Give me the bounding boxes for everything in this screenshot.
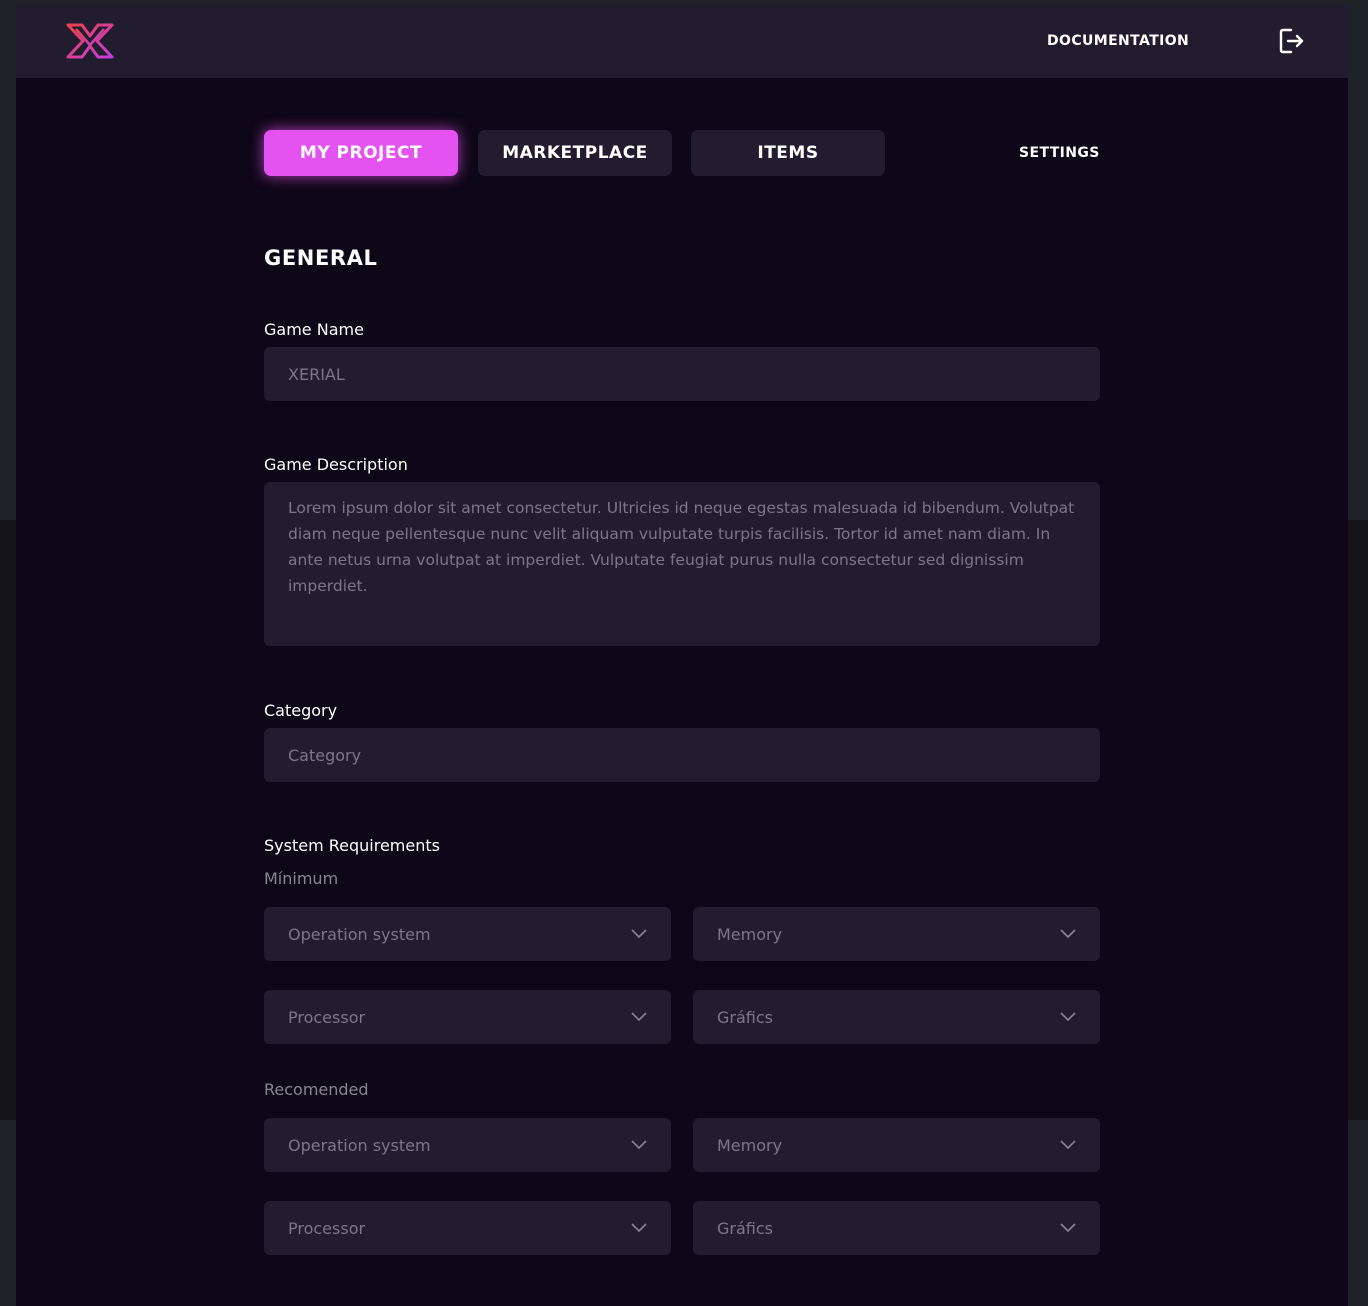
select-value: Memory (717, 1135, 783, 1155)
chevron-down-icon (631, 929, 647, 939)
select-value: Operation system (288, 924, 431, 944)
game-name-input[interactable]: XERIAL (264, 347, 1100, 401)
select-value: Memory (717, 924, 783, 944)
chevron-down-icon (1060, 1140, 1076, 1150)
game-description-label: Game Description (264, 455, 408, 474)
select-value: Gráfics (717, 1007, 773, 1027)
category-input[interactable]: Category (264, 728, 1100, 782)
chevron-down-icon (631, 1012, 647, 1022)
top-bar: DOCUMENTATION (16, 4, 1348, 78)
game-description-textarea[interactable]: Lorem ipsum dolor sit amet consectetur. … (264, 482, 1100, 646)
select-value: Processor (288, 1007, 366, 1027)
minimum-processor-select[interactable]: Processor (264, 990, 671, 1044)
logout-icon[interactable] (1278, 27, 1306, 55)
tab-marketplace[interactable]: MARKETPLACE (478, 130, 672, 176)
background-window-edge (1348, 520, 1368, 1120)
tab-items[interactable]: ITEMS (691, 130, 885, 176)
chevron-down-icon (1060, 1012, 1076, 1022)
recommended-memory-select[interactable]: Memory (693, 1118, 1100, 1172)
xerial-logo-icon[interactable] (66, 23, 114, 59)
settings-link[interactable]: SETTINGS (1019, 145, 1100, 161)
game-name-label: Game Name (264, 320, 364, 339)
chevron-down-icon (1060, 929, 1076, 939)
recommended-label: Recomended (264, 1080, 369, 1099)
documentation-link[interactable]: DOCUMENTATION (1047, 33, 1189, 49)
system-requirements-label: System Requirements (264, 836, 440, 855)
minimum-operation-system-select[interactable]: Operation system (264, 907, 671, 961)
category-label: Category (264, 701, 338, 720)
select-value: Operation system (288, 1135, 431, 1155)
minimum-graphics-select[interactable]: Gráfics (693, 990, 1100, 1044)
select-value: Gráfics (717, 1218, 773, 1238)
recommended-graphics-select[interactable]: Gráfics (693, 1201, 1100, 1255)
recommended-operation-system-select[interactable]: Operation system (264, 1118, 671, 1172)
chevron-down-icon (631, 1140, 647, 1150)
app-window: DOCUMENTATION MY PROJECT MARKETPLACE ITE… (16, 4, 1348, 1306)
minimum-memory-select[interactable]: Memory (693, 907, 1100, 961)
chevron-down-icon (631, 1223, 647, 1233)
section-title: GENERAL (264, 246, 378, 270)
chevron-down-icon (1060, 1223, 1076, 1233)
tab-my-project[interactable]: MY PROJECT (264, 130, 458, 176)
background-window-edge (0, 520, 16, 1120)
recommended-processor-select[interactable]: Processor (264, 1201, 671, 1255)
select-value: Processor (288, 1218, 366, 1238)
minimum-label: Mínimum (264, 869, 339, 888)
